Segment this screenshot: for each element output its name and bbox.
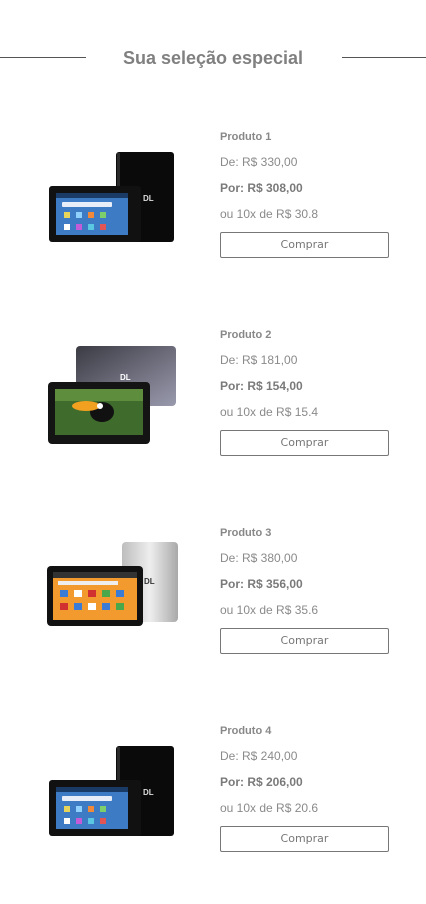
svg-text:DL: DL — [144, 577, 155, 586]
svg-text:DL: DL — [143, 788, 154, 797]
product-old-price: De: R$ 330,00 — [220, 155, 298, 169]
buy-button[interactable]: Comprar — [220, 826, 389, 852]
product-old-price: De: R$ 380,00 — [220, 551, 298, 565]
tablet-black-image[interactable]: DL — [44, 734, 184, 844]
product-price: Por: R$ 308,00 — [220, 181, 303, 195]
tablet-gray-toucan-image[interactable]: DL — [44, 338, 184, 448]
product-card: DL Produto 2 De: R$ 181,00 Por: R$ 154,0… — [0, 326, 426, 466]
header-divider-right — [342, 57, 426, 58]
product-installments: ou 10x de R$ 20.6 — [220, 801, 319, 815]
product-old-price: De: R$ 240,00 — [220, 749, 298, 763]
product-price: Por: R$ 356,00 — [220, 577, 303, 591]
section-header: Sua seleção especial — [0, 46, 426, 70]
product-installments: ou 10x de R$ 30.8 — [220, 207, 319, 221]
product-name[interactable]: Produto 1 — [220, 131, 271, 143]
product-installments: ou 10x de R$ 35.6 — [220, 603, 319, 617]
product-name[interactable]: Produto 4 — [220, 725, 271, 737]
product-card: DL Produto 4 De: R$ 240,00 Por: R$ 206,0… — [0, 722, 426, 862]
tablet-black-image[interactable]: DL — [44, 140, 184, 250]
buy-button[interactable]: Comprar — [220, 430, 389, 456]
product-installments: ou 10x de R$ 15.4 — [220, 405, 319, 419]
tablet-silver-image[interactable]: DL — [44, 536, 184, 646]
product-price: Por: R$ 206,00 — [220, 775, 303, 789]
product-name[interactable]: Produto 3 — [220, 527, 271, 539]
product-card: DL Produto 3 De: R$ 380,00 Por: R$ 356,0… — [0, 524, 426, 664]
svg-text:DL: DL — [120, 373, 131, 382]
product-name[interactable]: Produto 2 — [220, 329, 271, 341]
section-title: Sua seleção especial — [122, 48, 304, 68]
buy-button[interactable]: Comprar — [220, 232, 389, 258]
product-card: DL Produto 1 De: R$ 330,00 Por: R$ 308,0… — [0, 128, 426, 268]
product-price: Por: R$ 154,00 — [220, 379, 303, 393]
product-old-price: De: R$ 181,00 — [220, 353, 298, 367]
svg-text:DL: DL — [143, 194, 154, 203]
buy-button[interactable]: Comprar — [220, 628, 389, 654]
